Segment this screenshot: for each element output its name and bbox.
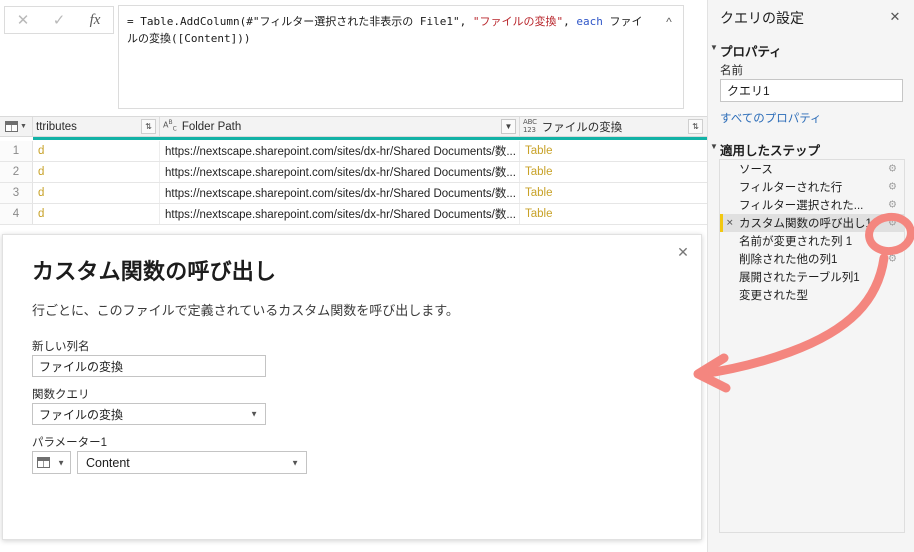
cell-folder-path[interactable]: https://nextscape.sharepoint.com/sites/d… bbox=[160, 141, 520, 161]
applied-steps-list: ソース ⚙ フィルターされた行 ⚙ フィルター選択された... ⚙ ✕ カスタム… bbox=[719, 159, 905, 533]
any-type-icon[interactable]: ⇅ bbox=[141, 119, 156, 134]
close-icon[interactable]: ✕ bbox=[673, 242, 693, 262]
grid-column-header-folder-path[interactable]: ABC Folder Path ▼ bbox=[160, 117, 520, 136]
cell-transform-file[interactable]: Table bbox=[520, 204, 706, 224]
cell-attributes[interactable]: d bbox=[33, 183, 160, 203]
formula-text: = Table.AddColumn(#"フィルター選択された非表示の File1… bbox=[127, 15, 643, 45]
chevron-down-icon: ▼ bbox=[291, 458, 299, 467]
any-type-icon[interactable]: ⇅ bbox=[688, 119, 703, 134]
step-label: 展開されたテーブル列1 bbox=[739, 272, 860, 284]
formula-bar-buttons: ✕ ✓ fx bbox=[4, 6, 114, 34]
step-item[interactable]: 削除された他の列1 ⚙ bbox=[720, 250, 904, 268]
gear-icon[interactable]: ⚙ bbox=[888, 200, 897, 211]
abc123-icon: ABC 123 bbox=[523, 118, 537, 134]
cell-attributes[interactable]: d bbox=[33, 204, 160, 224]
cell-attributes[interactable]: d bbox=[33, 141, 160, 161]
query-settings-panel: クエリの設定 ✕ ▼ プロパティ 名前 クエリ1 すべてのプロパティ ▼ 適用し… bbox=[707, 0, 914, 552]
properties-section-header: プロパティ bbox=[720, 45, 782, 59]
formula-bar: ✕ ✓ fx = Table.AddColumn(#"フィルター選択された非表示… bbox=[0, 0, 707, 114]
chevron-up-icon[interactable]: ^ bbox=[661, 14, 677, 30]
table-row[interactable]: 2 d https://nextscape.sharepoint.com/sit… bbox=[0, 162, 707, 183]
cell-attributes[interactable]: d bbox=[33, 162, 160, 182]
close-icon[interactable]: ✕ bbox=[7, 7, 39, 33]
dialog-title: カスタム関数の呼び出し bbox=[32, 259, 277, 284]
step-label: フィルターされた行 bbox=[739, 182, 843, 194]
query-name-input[interactable]: クエリ1 bbox=[720, 79, 903, 102]
parameter-value: Content bbox=[86, 455, 130, 470]
step-label: 削除された他の列1 bbox=[739, 254, 838, 266]
chevron-down-icon: ▼ bbox=[250, 409, 258, 419]
chevron-down-icon[interactable]: ▼ bbox=[710, 142, 718, 151]
table-row[interactable]: 3 d https://nextscape.sharepoint.com/sit… bbox=[0, 183, 707, 204]
power-query-editor-window: ✕ ✓ fx = Table.AddColumn(#"フィルター選択された非表示… bbox=[0, 0, 914, 552]
step-label: ソース bbox=[739, 164, 773, 176]
row-number: 4 bbox=[0, 204, 33, 224]
grid-column-label: ファイルの変換 bbox=[541, 121, 623, 134]
cell-transform-file[interactable]: Table bbox=[520, 162, 706, 182]
row-number: 2 bbox=[0, 162, 33, 182]
step-item[interactable]: 展開されたテーブル列1 bbox=[720, 268, 904, 286]
selected-step-indicator bbox=[720, 214, 723, 232]
applied-steps-section-header: 適用したステップ bbox=[720, 144, 821, 158]
step-label: フィルター選択された... bbox=[739, 200, 864, 212]
panel-title: クエリの設定 bbox=[720, 10, 804, 26]
invoke-custom-function-dialog: ✕ カスタム関数の呼び出し 行ごとに、このファイルで定義されているカスタム関数を… bbox=[2, 234, 702, 540]
step-item[interactable]: ソース ⚙ bbox=[720, 160, 904, 178]
parameter-label: パラメーター1 bbox=[32, 437, 108, 449]
row-number: 3 bbox=[0, 183, 33, 203]
step-label: 変更された型 bbox=[739, 290, 808, 302]
grid-header-row: ▼ ttributes ⇅ ABC Folder Path ▼ ABC 123 フ… bbox=[0, 116, 707, 137]
gear-icon[interactable]: ⚙ bbox=[888, 254, 897, 265]
grid-select-all-header[interactable]: ▼ bbox=[0, 117, 33, 136]
data-preview-grid: ▼ ttributes ⇅ ABC Folder Path ▼ ABC 123 フ… bbox=[0, 116, 707, 228]
gear-icon[interactable]: ⚙ bbox=[888, 182, 897, 193]
function-query-label: 関数クエリ bbox=[32, 389, 90, 401]
cell-folder-path[interactable]: https://nextscape.sharepoint.com/sites/d… bbox=[160, 204, 520, 224]
step-item[interactable]: 変更された型 bbox=[720, 286, 904, 304]
grid-column-header-attributes[interactable]: ttributes ⇅ bbox=[33, 117, 160, 136]
parameter-value-select[interactable]: Content ▼ bbox=[77, 451, 307, 474]
check-icon[interactable]: ✓ bbox=[43, 7, 75, 33]
chevron-down-icon: ▼ bbox=[20, 123, 27, 130]
dialog-description: 行ごとに、このファイルで定義されているカスタム関数を呼び出します。 bbox=[32, 303, 459, 318]
chevron-down-icon: ▼ bbox=[57, 458, 65, 467]
step-label: カスタム関数の呼び出し1 bbox=[739, 218, 872, 230]
formula-input[interactable]: = Table.AddColumn(#"フィルター選択された非表示の File1… bbox=[118, 5, 684, 109]
step-item[interactable]: フィルター選択された... ⚙ bbox=[720, 196, 904, 214]
column-quality-bar bbox=[33, 137, 707, 140]
new-column-name-input[interactable]: ファイルの変換 bbox=[32, 355, 266, 377]
step-item-selected[interactable]: ✕ カスタム関数の呼び出し1 ⚙ bbox=[720, 214, 904, 232]
fx-icon[interactable]: fx bbox=[79, 7, 111, 33]
cell-transform-file[interactable]: Table bbox=[520, 183, 706, 203]
cell-folder-path[interactable]: https://nextscape.sharepoint.com/sites/d… bbox=[160, 162, 520, 182]
row-number: 1 bbox=[0, 141, 33, 161]
all-properties-link[interactable]: すべてのプロパティ bbox=[720, 110, 822, 126]
cell-folder-path[interactable]: https://nextscape.sharepoint.com/sites/d… bbox=[160, 183, 520, 203]
step-label: 名前が変更された列 1 bbox=[739, 236, 853, 248]
grid-column-label: Folder Path bbox=[181, 120, 242, 133]
table-row[interactable]: 1 d https://nextscape.sharepoint.com/sit… bbox=[0, 141, 707, 162]
function-query-select[interactable]: ファイルの変換 ▼ bbox=[32, 403, 266, 425]
step-item[interactable]: 名前が変更された列 1 bbox=[720, 232, 904, 250]
gear-icon[interactable]: ⚙ bbox=[888, 218, 897, 229]
step-item[interactable]: フィルターされた行 ⚙ bbox=[720, 178, 904, 196]
table-icon bbox=[5, 121, 19, 132]
delete-step-icon[interactable]: ✕ bbox=[726, 218, 734, 229]
function-query-value: ファイルの変換 bbox=[39, 407, 124, 422]
grid-column-label: ttributes bbox=[36, 120, 77, 133]
grid-column-header-transform-file[interactable]: ABC 123 ファイルの変換 ⇅ bbox=[520, 117, 706, 136]
chevron-down-icon[interactable]: ▼ bbox=[710, 43, 718, 52]
filter-dropdown-icon[interactable]: ▼ bbox=[501, 119, 516, 134]
abc-icon: ABC bbox=[163, 119, 177, 133]
query-name-label: 名前 bbox=[720, 65, 743, 77]
table-row[interactable]: 4 d https://nextscape.sharepoint.com/sit… bbox=[0, 204, 707, 225]
table-type-icon bbox=[37, 457, 50, 468]
cell-transform-file[interactable]: Table bbox=[520, 141, 706, 161]
close-icon[interactable]: ✕ bbox=[886, 8, 904, 26]
gear-icon[interactable]: ⚙ bbox=[888, 164, 897, 175]
new-column-name-label: 新しい列名 bbox=[32, 341, 90, 353]
parameter-type-select[interactable]: ▼ bbox=[32, 451, 71, 474]
